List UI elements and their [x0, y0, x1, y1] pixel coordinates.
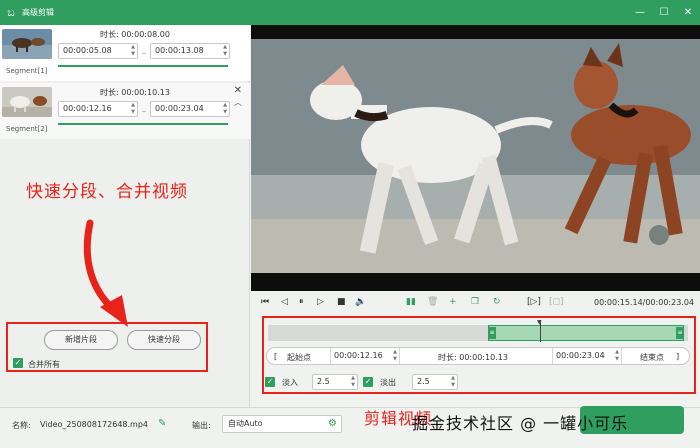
stepper-icon[interactable]: ▲ ▼: [131, 102, 135, 116]
title-bar: ಬ 高级剪辑 — ☐ ✕: [0, 0, 700, 25]
selection-end-handle[interactable]: ≡: [676, 327, 684, 339]
merge-all-label: 合并所有: [28, 360, 60, 369]
range-end-input[interactable]: 00:00:23.04 ▲ ▼: [552, 348, 622, 364]
start-point-button[interactable]: 起始点: [287, 352, 311, 363]
timeline-selection[interactable]: [488, 325, 684, 341]
segment-item[interactable]: Segment[2] 时长: 00:00:10.13 00:00:12.16 ▲…: [0, 83, 250, 139]
volume-icon[interactable]: 🔈: [355, 297, 366, 307]
player-controls: ⏮ ◁ ⏸ ▷ ■ 🔈 ▮▮ 🗑 + ❐ ↻ [▷] [◻] 00:00:15.…: [251, 291, 700, 315]
reset-icon[interactable]: ↻: [493, 297, 501, 307]
quick-split-button[interactable]: 快速分段: [127, 330, 201, 350]
stepper-icon[interactable]: ▲ ▼: [393, 349, 397, 363]
segment-duration: 时长: 00:00:10.13: [100, 88, 170, 97]
set-start-icon[interactable]: [▷]: [527, 297, 541, 307]
close-icon[interactable]: ✕: [234, 85, 242, 96]
segment-end-input[interactable]: 00:00:13.08 ▲ ▼: [150, 43, 230, 59]
segment-end-input[interactable]: 00:00:23.04 ▲ ▼: [150, 101, 230, 117]
segment-start-input[interactable]: 00:00:12.16 ▲ ▼: [58, 101, 138, 117]
stepper-icon[interactable]: ▲ ▼: [223, 44, 227, 58]
fade-out-label: 淡出: [380, 378, 396, 387]
output-select[interactable]: 自动Auto ⚙: [222, 415, 342, 433]
window-title: 高级剪辑: [22, 8, 54, 17]
window-controls: — ☐ ✕: [634, 0, 694, 25]
app-logo-icon: ಬ: [7, 5, 15, 19]
fade-out-input[interactable]: 2.5 ▲ ▼: [412, 374, 458, 390]
playhead-marker-icon[interactable]: ▼: [537, 319, 542, 326]
maximize-icon[interactable]: ☐: [658, 7, 670, 18]
segment-thumbnail: [2, 87, 52, 117]
time-readout: 00:00:15.14/00:00:23.04: [594, 298, 694, 307]
output-label: 输出:: [192, 421, 211, 430]
previous-frame-icon[interactable]: ◁: [281, 297, 288, 307]
fade-in-checkbox[interactable]: ✓: [265, 377, 275, 387]
split-icon[interactable]: ▮▮: [406, 297, 416, 307]
stepper-icon[interactable]: ▲ ▼: [223, 102, 227, 116]
edit-name-icon[interactable]: ✎: [158, 418, 166, 429]
fade-in-input[interactable]: 2.5 ▲ ▼: [312, 374, 358, 390]
skip-to-start-icon[interactable]: ⏮: [261, 297, 269, 307]
stop-icon[interactable]: ■: [337, 297, 346, 307]
delete-icon[interactable]: 🗑: [427, 297, 438, 307]
segment-label: Segment[2]: [6, 125, 48, 133]
range-dash: –: [142, 49, 146, 58]
range-dash: –: [142, 107, 146, 116]
set-end-icon[interactable]: [◻]: [549, 297, 564, 307]
pause-icon[interactable]: ⏸: [299, 297, 304, 307]
gear-icon[interactable]: ⚙: [328, 416, 337, 432]
stepper-icon[interactable]: ▲ ▼: [131, 44, 135, 58]
video-preview[interactable]: [251, 25, 700, 291]
segment-label: Segment[1]: [6, 67, 48, 75]
add-icon[interactable]: +: [449, 297, 457, 307]
end-point-button[interactable]: 结束点: [640, 352, 664, 363]
segment-thumbnail: [2, 29, 52, 59]
next-frame-icon[interactable]: ▷: [317, 297, 324, 307]
stepper-icon[interactable]: ▲ ▼: [351, 375, 355, 389]
advanced-editor-window: ಬ 高级剪辑 — ☐ ✕ Segment[1] 时长: 00:00:08.00 …: [0, 0, 700, 448]
segment-start-input[interactable]: 00:00:05.08 ▲ ▼: [58, 43, 138, 59]
bracket-close: ]: [676, 352, 680, 361]
copy-icon[interactable]: ❐: [471, 297, 479, 307]
watermark: 掘金技术社区 @ 一罐小可乐: [412, 414, 629, 433]
stepper-icon[interactable]: ▲ ▼: [451, 375, 455, 389]
range-duration: 时长: 00:00:10.13: [438, 353, 508, 362]
fade-in-label: 淡入: [282, 378, 298, 387]
chevron-up-icon[interactable]: ︿: [234, 97, 242, 108]
close-window-icon[interactable]: ✕: [682, 7, 694, 18]
segment-progress-line: [58, 123, 228, 125]
stepper-icon[interactable]: ▲ ▼: [615, 349, 619, 363]
segment-item[interactable]: Segment[1] 时长: 00:00:08.00 00:00:05.08 ▲…: [0, 25, 250, 81]
annotation-arrow-icon: [83, 219, 128, 327]
segment-progress-line: [58, 65, 228, 67]
name-label: 名称:: [12, 421, 31, 430]
minimize-icon[interactable]: —: [634, 7, 646, 18]
add-segment-button[interactable]: 新增片段: [44, 330, 118, 350]
file-name: Video_250808172648.mp4: [40, 420, 148, 429]
annotation-split-merge: 快速分段、合并视频: [26, 182, 188, 202]
merge-all-checkbox[interactable]: ✓: [13, 358, 23, 368]
bracket-open: [: [274, 352, 278, 361]
selection-start-handle[interactable]: ≡: [488, 327, 496, 339]
fade-out-checkbox[interactable]: ✓: [363, 377, 373, 387]
range-start-input[interactable]: 00:00:12.16 ▲ ▼: [330, 348, 400, 364]
segment-duration: 时长: 00:00:08.00: [100, 30, 170, 39]
